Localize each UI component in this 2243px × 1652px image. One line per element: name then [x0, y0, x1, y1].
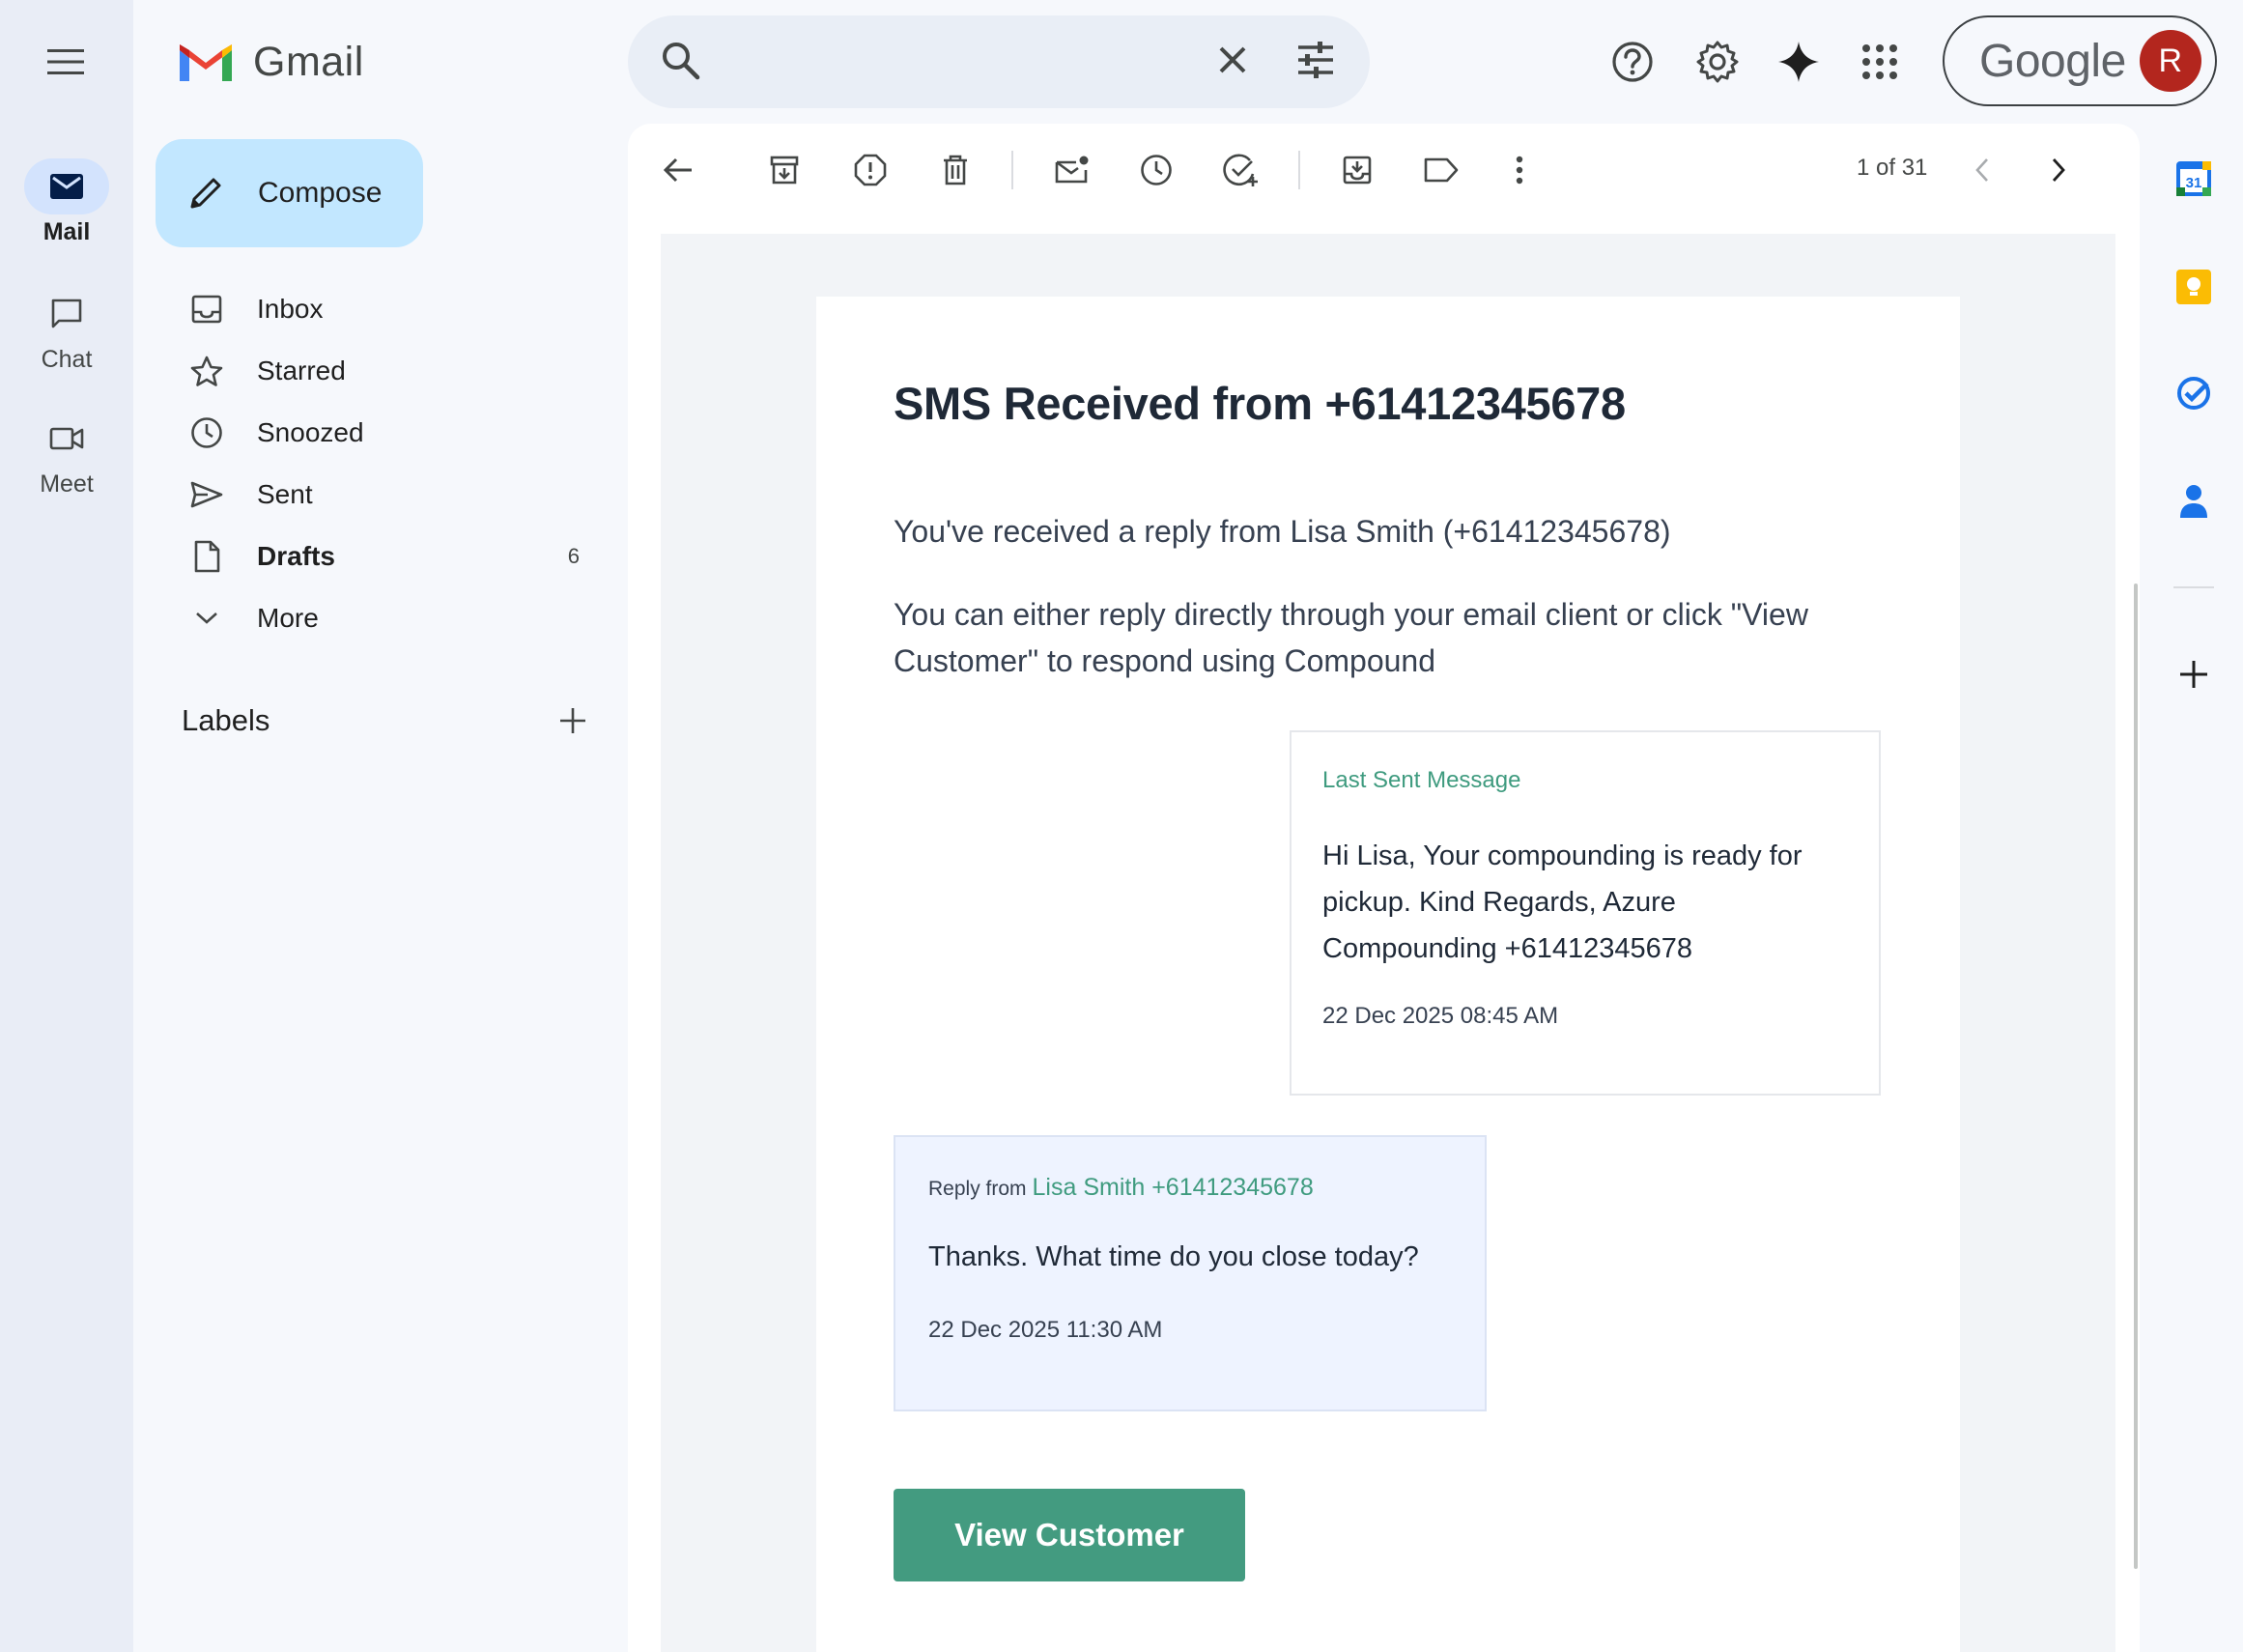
email-heading: SMS Received from +61412345678: [894, 378, 1626, 429]
rail-mail-label: Mail: [43, 218, 91, 245]
snooze-clock-icon[interactable]: [1131, 147, 1181, 193]
nav-item-more[interactable]: More: [166, 587, 597, 649]
rail-chat-label: Chat: [41, 346, 93, 373]
reply-body: Thanks. What time do you close today?: [928, 1241, 1419, 1272]
pagination-count: 1 of 31: [1857, 155, 1928, 181]
trash-icon[interactable]: [930, 147, 980, 193]
compose-label: Compose: [258, 177, 383, 209]
back-arrow-icon[interactable]: [653, 147, 703, 193]
drafts-count: 6: [567, 544, 580, 568]
move-to-icon[interactable]: [1332, 147, 1382, 193]
account-switcher[interactable]: Google R: [1943, 15, 2217, 106]
nav-label-inbox: Inbox: [257, 294, 324, 324]
tasks-app-icon[interactable]: [2173, 373, 2214, 413]
calendar-app-icon[interactable]: 31: [2173, 158, 2214, 199]
gmail-m-icon: [180, 43, 232, 81]
clear-search-icon[interactable]: [1213, 41, 1252, 79]
rail-mail-pill: [24, 158, 109, 214]
toolbar-divider: [1011, 151, 1013, 189]
search-icon[interactable]: [659, 39, 703, 83]
reply-header: Reply from Lisa Smith +61412345678: [928, 1174, 1314, 1202]
last-sent-date: 22 Dec 2025 08:45 AM: [1322, 1003, 1559, 1029]
nav-item-snoozed[interactable]: Snoozed: [166, 402, 597, 464]
apps-grid-icon[interactable]: [1857, 39, 1903, 85]
side-panel-divider: [2173, 586, 2214, 588]
rail-meet-pill: [24, 411, 109, 467]
add-task-icon[interactable]: [1216, 147, 1266, 193]
nav-label-drafts: Drafts: [257, 541, 335, 571]
settings-gear-icon[interactable]: [1694, 39, 1741, 85]
compose-button[interactable]: Compose: [156, 139, 423, 247]
gemini-sparkle-icon[interactable]: [1775, 39, 1822, 85]
send-icon: [185, 473, 228, 516]
reply-date: 22 Dec 2025 11:30 AM: [928, 1317, 1163, 1343]
reply-prefix: Reply from: [928, 1178, 1027, 1200]
chevron-down-icon: [185, 597, 228, 640]
newer-chevron-left-icon[interactable]: [1957, 147, 2007, 193]
rail-mail[interactable]: Mail: [0, 158, 133, 246]
contacts-app-icon[interactable]: [2173, 481, 2214, 522]
reply-message-card: Reply from Lisa Smith +61412345678 Thanks…: [894, 1135, 1487, 1411]
add-label-icon[interactable]: [558, 706, 587, 735]
archive-icon[interactable]: [759, 147, 809, 193]
chat-icon: [51, 299, 82, 328]
draft-icon: [185, 535, 228, 578]
last-sent-body: Hi Lisa, Your compounding is ready for p…: [1322, 840, 1803, 964]
pencil-icon: [190, 178, 221, 209]
nav-label-more: More: [257, 603, 319, 633]
gmail-wordmark: Gmail: [253, 39, 364, 85]
nav-label-starred: Starred: [257, 356, 346, 385]
hamburger-menu-icon: [47, 49, 84, 74]
older-chevron-right-icon[interactable]: [2033, 147, 2084, 193]
help-icon[interactable]: [1609, 39, 1656, 85]
app-rail: [0, 0, 133, 1652]
labels-section: Labels: [182, 703, 587, 738]
email-intro: You've received a reply from Lisa Smith …: [894, 514, 1671, 549]
inbox-icon: [185, 288, 228, 330]
last-sent-message-card: Last Sent Message Hi Lisa, Your compound…: [1290, 730, 1881, 1096]
labels-title: Labels: [182, 703, 270, 737]
label-tag-icon[interactable]: [1416, 147, 1466, 193]
nav-item-starred[interactable]: Starred: [166, 340, 597, 402]
nav-item-drafts[interactable]: Drafts 6: [166, 526, 597, 587]
search-bar[interactable]: [628, 15, 1370, 108]
rail-chat-pill: [24, 286, 109, 342]
more-options-icon[interactable]: [1494, 147, 1545, 193]
nav-item-inbox[interactable]: Inbox: [166, 278, 597, 340]
mailbox-nav: Inbox Starred Snoozed Sent Drafts 6 More: [166, 278, 597, 649]
nav-label-snoozed: Snoozed: [257, 417, 364, 447]
search-options-icon[interactable]: [1294, 39, 1337, 81]
gmail-logo[interactable]: Gmail: [176, 39, 364, 86]
view-customer-button[interactable]: View Customer: [894, 1489, 1245, 1581]
last-sent-heading: Last Sent Message: [1322, 767, 1521, 793]
sidebar: [133, 0, 626, 1652]
keep-app-icon[interactable]: [2173, 267, 2214, 307]
rail-meet-label: Meet: [40, 470, 94, 498]
report-spam-icon[interactable]: [845, 147, 895, 193]
mark-unread-icon[interactable]: [1047, 147, 1097, 193]
video-camera-icon: [49, 427, 84, 450]
calendar-day-number: 31: [2186, 175, 2202, 191]
star-icon: [185, 350, 228, 392]
toolbar-divider: [1298, 151, 1300, 189]
nav-item-sent[interactable]: Sent: [166, 464, 597, 526]
rail-chat[interactable]: Chat: [0, 286, 133, 374]
mail-icon: [50, 174, 83, 199]
avatar[interactable]: R: [2139, 30, 2201, 92]
clock-icon: [185, 412, 228, 454]
nav-label-sent: Sent: [257, 479, 313, 509]
get-addons-plus-icon[interactable]: [2173, 654, 2214, 695]
google-wordmark: Google: [1979, 35, 2126, 87]
rail-meet[interactable]: Meet: [0, 411, 133, 498]
email-instructions: You can either reply directly through yo…: [894, 597, 1808, 678]
message-scrollbar[interactable]: [2134, 584, 2138, 1569]
reply-sender: Lisa Smith +61412345678: [1032, 1174, 1314, 1201]
main-menu-button[interactable]: [31, 39, 100, 85]
